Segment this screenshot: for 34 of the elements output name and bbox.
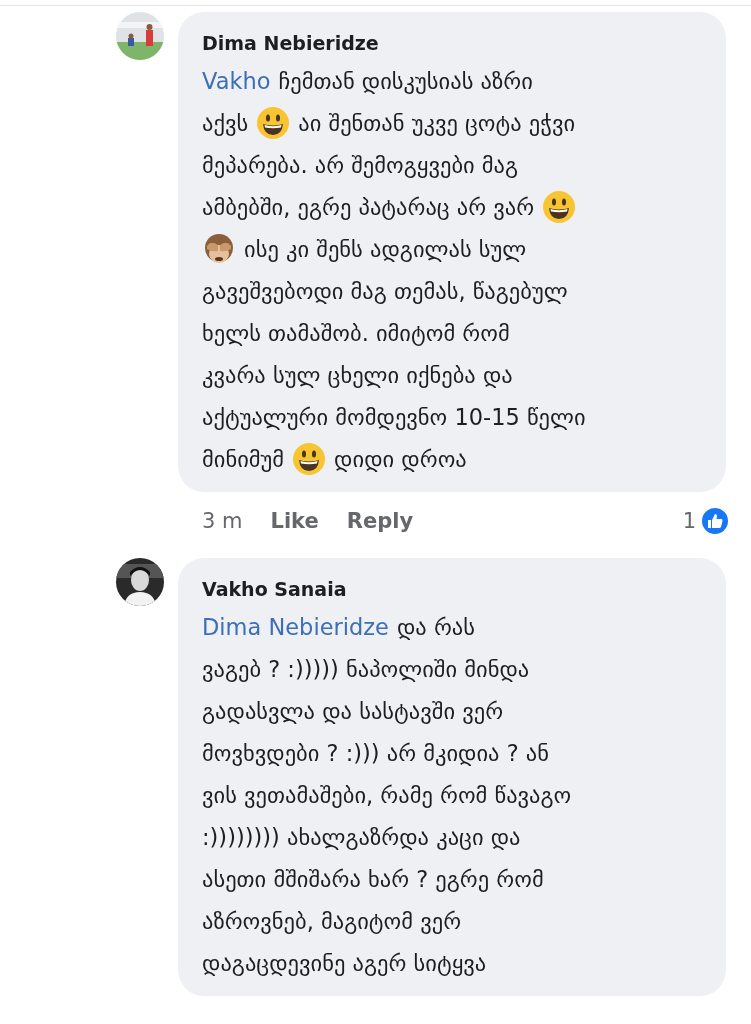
grinning-face-icon xyxy=(292,442,327,476)
author-name[interactable]: Dima Nebieridze xyxy=(202,32,702,54)
comment-text: აი შენთან უკვე ცოტა ეჭვი xyxy=(298,110,576,136)
grinning-face-icon xyxy=(256,106,291,140)
comment-text: გავეშვებოდი მაგ თემას, წაგებულ xyxy=(202,278,568,304)
comment-text: ვის ვეთამაშები, რამე რომ წავაგო xyxy=(202,782,572,808)
reaction-count: 1 xyxy=(682,509,696,533)
comment-text: აქტუალური მომდევნო 10-15 წელი xyxy=(202,404,586,430)
comment-text: ისე კი შენს ადგილას სულ xyxy=(244,236,527,262)
comment-text: დაგაცდევინე აგერ სიტყვა xyxy=(202,950,487,976)
comment-text: :)))))))) ახალგაზრდა კაცი და xyxy=(202,824,521,850)
comment-text: ხელს თამაშობ. იმიტომ რომ xyxy=(202,320,510,346)
mention-link[interactable]: Vakho xyxy=(202,68,271,94)
action-link[interactable]: Reply xyxy=(346,509,414,533)
comment-text: ამბებში, ეგრე პატარაც არ ვარ xyxy=(202,194,535,220)
grinning-face-icon xyxy=(542,190,577,224)
comment-text: კვარა სულ ცხელი იქნება და xyxy=(202,362,513,388)
monkey-icon xyxy=(202,232,236,266)
comment-text: და რას xyxy=(396,614,475,640)
comment-text: ვაგებ ? :))))) ნაპოლიში მინდა xyxy=(202,656,530,682)
timestamp: 3 m xyxy=(202,509,243,533)
comment-text: დიდი დროა xyxy=(334,446,467,472)
action-link[interactable]: Like xyxy=(270,509,319,533)
comment-text: ასეთი მშიშარა ხარ ? ეგრე რომ xyxy=(202,866,544,892)
author-name[interactable]: Vakho Sanaia xyxy=(202,578,702,600)
like-icon xyxy=(700,506,730,536)
comment-text: მეპარება. არ შემოგყვები მაგ xyxy=(202,152,519,178)
mention-link[interactable]: Dima Nebieridze xyxy=(202,614,389,640)
comment-text: აზროვნებ, მაგიტომ ვერ xyxy=(202,908,462,934)
comment-text: მოვხვდები ? :))) არ მკიდია ? ან xyxy=(202,740,549,766)
comment-text: მინიმუმ xyxy=(202,446,285,472)
comment-text: ჩემთან დისკუსიას აზრი xyxy=(278,68,533,94)
comment-text: გადასვლა და სასტავში ვერ xyxy=(202,698,504,724)
comment-text: აქვს xyxy=(202,110,249,136)
